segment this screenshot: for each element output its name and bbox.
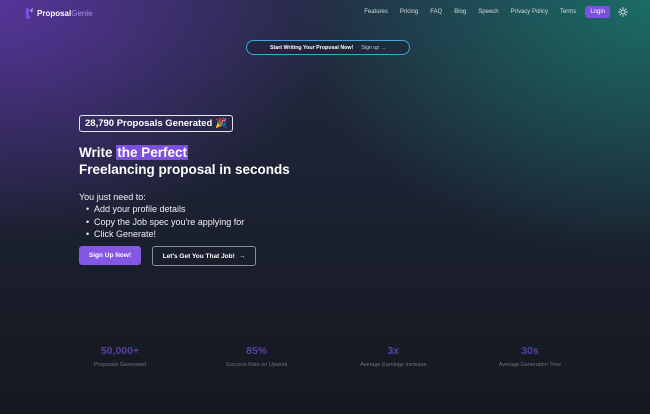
counter-text: 28,790 Proposals Generated bbox=[85, 118, 213, 129]
nav-link-terms[interactable]: Terms bbox=[560, 9, 576, 15]
nav-link-privacy-policy[interactable]: Privacy Policy bbox=[511, 9, 548, 15]
stat-value: 85% bbox=[246, 345, 268, 357]
requirements-list: You just need to: Add your profile detai… bbox=[79, 191, 244, 240]
logo[interactable]: Proposal Genie bbox=[24, 6, 93, 20]
nav-links: Features Pricing FAQ Blog Speech Privacy… bbox=[364, 6, 628, 18]
stats-row: 50,000+ Proposals Generated 85% Success … bbox=[52, 345, 598, 368]
headline-highlight: the Perfect bbox=[116, 145, 189, 160]
stat-label: Average Earnings Increase bbox=[360, 362, 427, 368]
requirements-title: You just need to: bbox=[79, 192, 146, 202]
nav-link-faq[interactable]: FAQ bbox=[430, 9, 442, 15]
nav-link-blog[interactable]: Blog bbox=[454, 9, 466, 15]
banner-text: Start Writing Your Proposal Now! bbox=[269, 44, 354, 51]
hero-headline: Write the Perfect Freelancing proposal i… bbox=[79, 145, 290, 178]
logo-text-genie: Genie bbox=[71, 8, 93, 18]
stat-label: Success Rate on Upwork bbox=[225, 362, 288, 368]
stat-value: 30s bbox=[521, 345, 539, 357]
sign-up-now-button[interactable]: Sign Up Now! bbox=[79, 246, 141, 265]
requirements-items: Add your profile details Copy the Job sp… bbox=[79, 203, 244, 240]
stat-proposals-generated: 50,000+ Proposals Generated bbox=[52, 345, 188, 368]
stat-success-rate: 85% Success Rate on Upwork bbox=[189, 345, 325, 368]
banner-signup-link[interactable]: Sign up → bbox=[361, 45, 386, 51]
get-that-job-label: Let's Get You That Job! bbox=[162, 252, 235, 260]
headline-prefix: Write bbox=[79, 145, 117, 160]
stat-label: Average Generation Time bbox=[498, 362, 562, 368]
stat-earnings-increase: 3x Average Earnings Increase bbox=[325, 345, 461, 368]
stat-value: 3x bbox=[387, 345, 400, 357]
sun-icon[interactable] bbox=[618, 7, 628, 17]
requirement-item: Add your profile details bbox=[87, 203, 244, 215]
headline-line-1: Write the Perfect bbox=[79, 145, 290, 162]
stat-value: 50,000+ bbox=[100, 345, 140, 357]
party-popper-icon: 🎉 bbox=[215, 118, 228, 129]
proposals-counter-badge: 28,790 Proposals Generated 🎉 bbox=[79, 115, 234, 132]
logo-text-proposal: Proposal bbox=[37, 8, 72, 18]
headline-line-2: Freelancing proposal in seconds bbox=[79, 161, 290, 177]
genie-logo-icon bbox=[26, 7, 33, 19]
top-nav: Proposal Genie Features Pricing FAQ Blog … bbox=[0, 0, 650, 26]
requirement-item: Copy the Job spec you're applying for bbox=[87, 216, 244, 228]
arrow-right-icon: → bbox=[238, 252, 246, 260]
login-button[interactable]: Login bbox=[585, 6, 610, 18]
stat-generation-time: 30s Average Generation Time bbox=[462, 345, 598, 368]
stat-label: Proposals Generated bbox=[94, 362, 146, 368]
nav-link-features[interactable]: Features bbox=[364, 9, 388, 15]
nav-link-speech[interactable]: Speech bbox=[478, 9, 498, 15]
start-writing-banner[interactable]: Start Writing Your Proposal Now! Sign up… bbox=[246, 40, 410, 55]
nav-link-pricing[interactable]: Pricing bbox=[400, 9, 418, 15]
get-that-job-button[interactable]: Let's Get You That Job! → bbox=[152, 246, 256, 266]
requirement-item: Click Generate! bbox=[87, 228, 244, 240]
